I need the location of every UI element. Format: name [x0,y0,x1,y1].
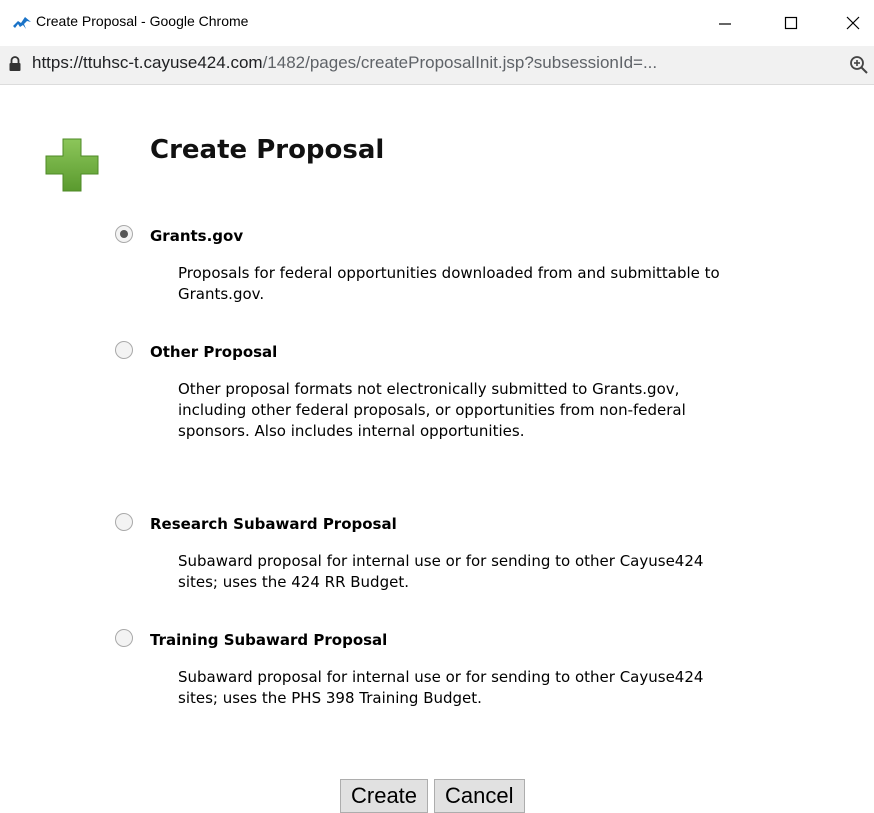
title-bar: Create Proposal - Google Chrome [0,0,874,46]
create-plus-icon [45,138,99,192]
url-host: https://ttuhsc-t.cayuse424.com [32,53,263,72]
radio-research-subaward[interactable] [114,512,134,532]
close-icon [846,16,860,30]
option-research-subaward: Research Subaward Proposal Subaward prop… [114,512,754,612]
option-other-proposal: Other Proposal Other proposal formats no… [114,340,754,480]
url-path: /1482/pages/createProposalInit.jsp?subse… [262,53,658,72]
cayuse-app-icon [13,17,31,29]
close-button[interactable] [836,8,870,38]
cancel-button[interactable]: Cancel [434,779,525,813]
option-label-training-subaward[interactable]: Training Subaward Proposal [150,631,387,649]
dialog-content: Create Proposal Grants.gov Proposals for… [0,85,874,813]
option-training-subaward: Training Subaward Proposal Subaward prop… [114,628,754,758]
minimize-button[interactable] [708,8,742,38]
radio-training-subaward[interactable] [114,628,134,648]
radio-other-proposal[interactable] [114,340,134,360]
option-desc-other-proposal: Other proposal formats not electronicall… [178,380,686,440]
window-title: Create Proposal - Google Chrome [36,13,249,29]
page-title: Create Proposal [150,135,385,165]
option-desc-training-subaward: Subaward proposal for internal use or fo… [178,668,704,707]
option-desc-grants-gov: Proposals for federal opportunities down… [178,264,720,303]
option-grants-gov: Grants.gov Proposals for federal opportu… [114,224,754,324]
url-text[interactable]: https://ttuhsc-t.cayuse424.com/1482/page… [32,53,657,73]
radio-grants-gov[interactable] [114,224,134,244]
maximize-button[interactable] [774,8,808,38]
address-bar[interactable]: https://ttuhsc-t.cayuse424.com/1482/page… [0,46,874,85]
maximize-icon [784,16,798,30]
option-label-grants-gov[interactable]: Grants.gov [150,227,243,245]
option-desc-research-subaward: Subaward proposal for internal use or fo… [178,552,704,591]
dialog-actions: Create Cancel [340,779,525,813]
minimize-icon [719,23,731,25]
browser-window: Create Proposal - Google Chrome https://… [0,0,874,813]
lock-icon [9,56,21,71]
zoom-icon[interactable] [848,54,870,76]
option-label-research-subaward[interactable]: Research Subaward Proposal [150,515,397,533]
option-label-other-proposal[interactable]: Other Proposal [150,343,277,361]
create-button[interactable]: Create [340,779,429,813]
